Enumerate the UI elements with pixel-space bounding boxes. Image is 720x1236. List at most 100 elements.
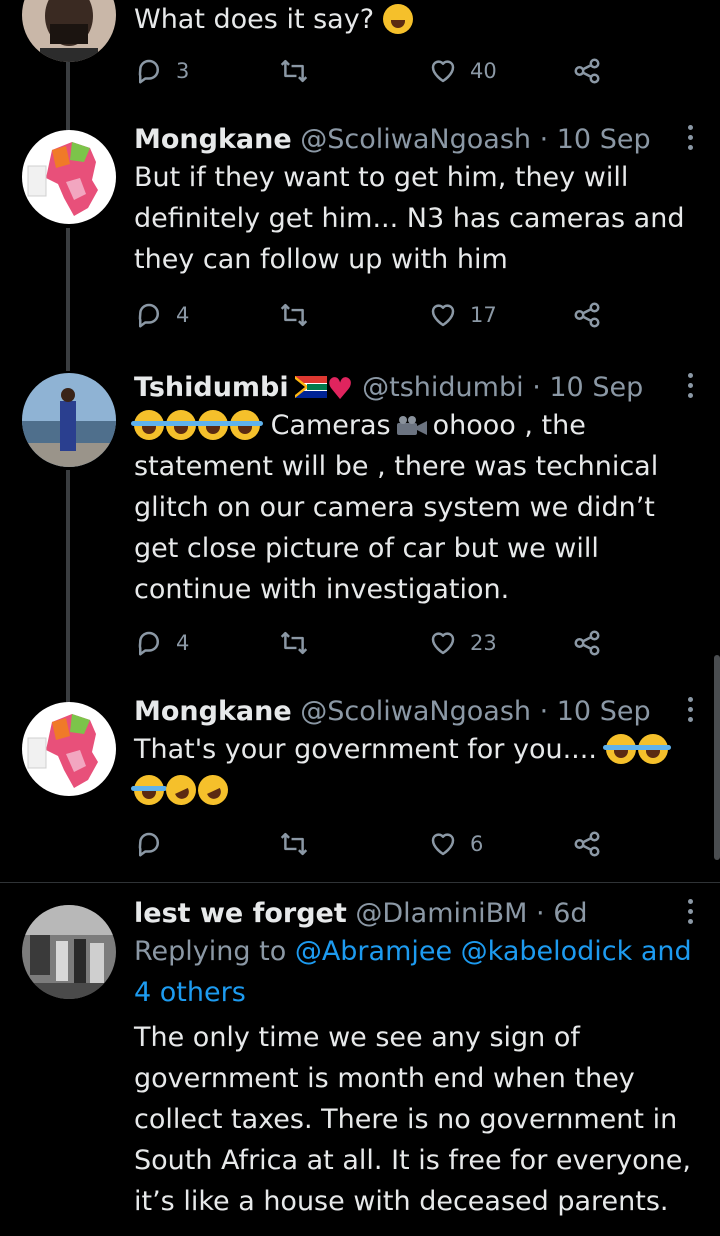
timestamp[interactable]: 10 Sep (557, 696, 651, 727)
tweet-header: Tshidumbi ♥ @tshidumbi · 10 Sep (134, 371, 720, 405)
reply-button[interactable] (134, 829, 164, 859)
share-icon (574, 831, 600, 857)
retweet-button[interactable] (278, 829, 310, 859)
tweet[interactable]: lest we forget @DlaminiBM · 6d Replying … (134, 897, 720, 1222)
retweet-icon (280, 303, 308, 327)
replying-to-prefix: Replying to (134, 936, 287, 967)
like-button[interactable]: 40 (428, 56, 497, 86)
like-count: 17 (470, 303, 497, 327)
tweet-text: What does it say? (134, 0, 720, 40)
share-button[interactable] (572, 300, 602, 330)
avatar[interactable] (22, 702, 116, 796)
reply-button[interactable]: 3 (134, 56, 189, 86)
tweet-text: That's your government for you.... (131, 729, 694, 811)
tweet-actions: 4 23 (134, 628, 720, 668)
like-count: 40 (470, 59, 497, 83)
tweet-text: The only time we see any sign of governm… (134, 1022, 700, 1217)
tweet[interactable]: Tshidumbi ♥ @tshidumbi · 10 Sep Cameras oh… (131, 371, 720, 610)
handle[interactable]: @tshidumbi (362, 372, 523, 403)
like-count: 23 (470, 631, 497, 655)
reply-count: 4 (176, 631, 190, 655)
display-name[interactable]: Tshidumbi (134, 372, 289, 403)
avatar[interactable] (22, 905, 116, 999)
thread-line (66, 62, 70, 132)
reply-icon (138, 832, 159, 857)
avatar[interactable] (22, 373, 116, 467)
tweet[interactable]: Mongkane @ScoliwaNgoash · 10 Sep That's … (131, 695, 720, 811)
tears-of-joy-emoji (195, 410, 231, 440)
retweet-button[interactable] (278, 300, 310, 330)
tweet-header: Mongkane @ScoliwaNgoash · 10 Sep (134, 695, 720, 729)
avatar[interactable] (22, 0, 116, 62)
like-count: 6 (470, 832, 484, 856)
tweet-text: Cameras ohooo , the statement will be , t… (131, 410, 667, 605)
display-name[interactable]: lest we forget (134, 898, 347, 929)
divider (0, 882, 720, 883)
heart-icon (431, 833, 455, 856)
tears-of-joy-emoji (131, 775, 167, 805)
retweet-button[interactable] (278, 56, 310, 86)
timestamp[interactable]: 10 Sep (557, 124, 651, 155)
more-icon[interactable] (688, 373, 694, 403)
south-africa-flag-emoji (294, 376, 327, 398)
avatar[interactable] (22, 130, 116, 224)
like-button[interactable]: 23 (428, 628, 497, 658)
share-icon (574, 58, 600, 84)
red-heart-emoji: ♥ (326, 372, 354, 407)
retweet-icon (280, 832, 308, 856)
reply-icon (138, 59, 159, 84)
heart-icon (431, 60, 455, 83)
thread-line (66, 228, 70, 371)
more-icon[interactable] (688, 899, 694, 929)
retweet-button[interactable] (278, 628, 310, 658)
share-icon (574, 630, 600, 656)
thread-line (66, 470, 70, 703)
heart-icon (431, 304, 455, 327)
tweet-header: Mongkane @ScoliwaNgoash · 10 Sep (134, 123, 720, 157)
tweet[interactable]: What does it say? (134, 0, 720, 40)
reply-count: 3 (176, 59, 190, 83)
rofl-emoji (161, 770, 201, 810)
separator: · (527, 898, 554, 929)
rofl-emoji (193, 770, 233, 810)
reply-button[interactable]: 4 (134, 628, 189, 658)
share-button[interactable] (572, 829, 602, 859)
tweet-text: But if they want to get him, they will d… (134, 162, 694, 275)
tweet[interactable]: Mongkane @ScoliwaNgoash · 10 Sep But if … (134, 123, 720, 280)
timestamp[interactable]: 6d (553, 898, 587, 929)
reply-count: 4 (176, 303, 190, 327)
more-icon[interactable] (688, 697, 694, 727)
tears-of-joy-emoji (602, 734, 639, 764)
tweet-header: lest we forget @DlaminiBM · 6d (134, 897, 720, 931)
handle[interactable]: @ScoliwaNgoash (300, 696, 531, 727)
replying-to: Replying to @Abramjee @kabelodick and 4 … (134, 931, 694, 1013)
heart-icon (431, 632, 455, 655)
tears-of-joy-emoji (163, 410, 199, 440)
upside-down-face-emoji (382, 4, 413, 34)
movie-camera-emoji (396, 416, 427, 435)
share-button[interactable] (572, 628, 602, 658)
handle[interactable]: @DlaminiBM (355, 898, 527, 929)
reply-icon (138, 631, 159, 656)
tears-of-joy-emoji (227, 410, 263, 440)
timestamp[interactable]: 10 Sep (549, 372, 643, 403)
share-button[interactable] (572, 56, 602, 86)
retweet-icon (280, 59, 308, 83)
display-name[interactable]: Mongkane (134, 124, 292, 155)
share-icon (574, 302, 600, 328)
separator: · (531, 124, 557, 155)
reply-button[interactable]: 4 (134, 300, 189, 330)
handle[interactable]: @ScoliwaNgoash (300, 124, 531, 155)
tears-of-joy-emoji (634, 734, 671, 764)
scrollbar[interactable] (714, 655, 720, 860)
tweet-actions: 3 40 (134, 56, 720, 96)
more-icon[interactable] (688, 125, 694, 155)
tweet-actions: 4 17 (134, 300, 720, 340)
display-name[interactable]: Mongkane (134, 696, 292, 727)
separator: · (531, 696, 557, 727)
reply-icon (138, 303, 159, 328)
tears-of-joy-emoji (131, 410, 167, 440)
like-button[interactable]: 6 (428, 829, 483, 859)
retweet-icon (280, 631, 308, 655)
like-button[interactable]: 17 (428, 300, 497, 330)
